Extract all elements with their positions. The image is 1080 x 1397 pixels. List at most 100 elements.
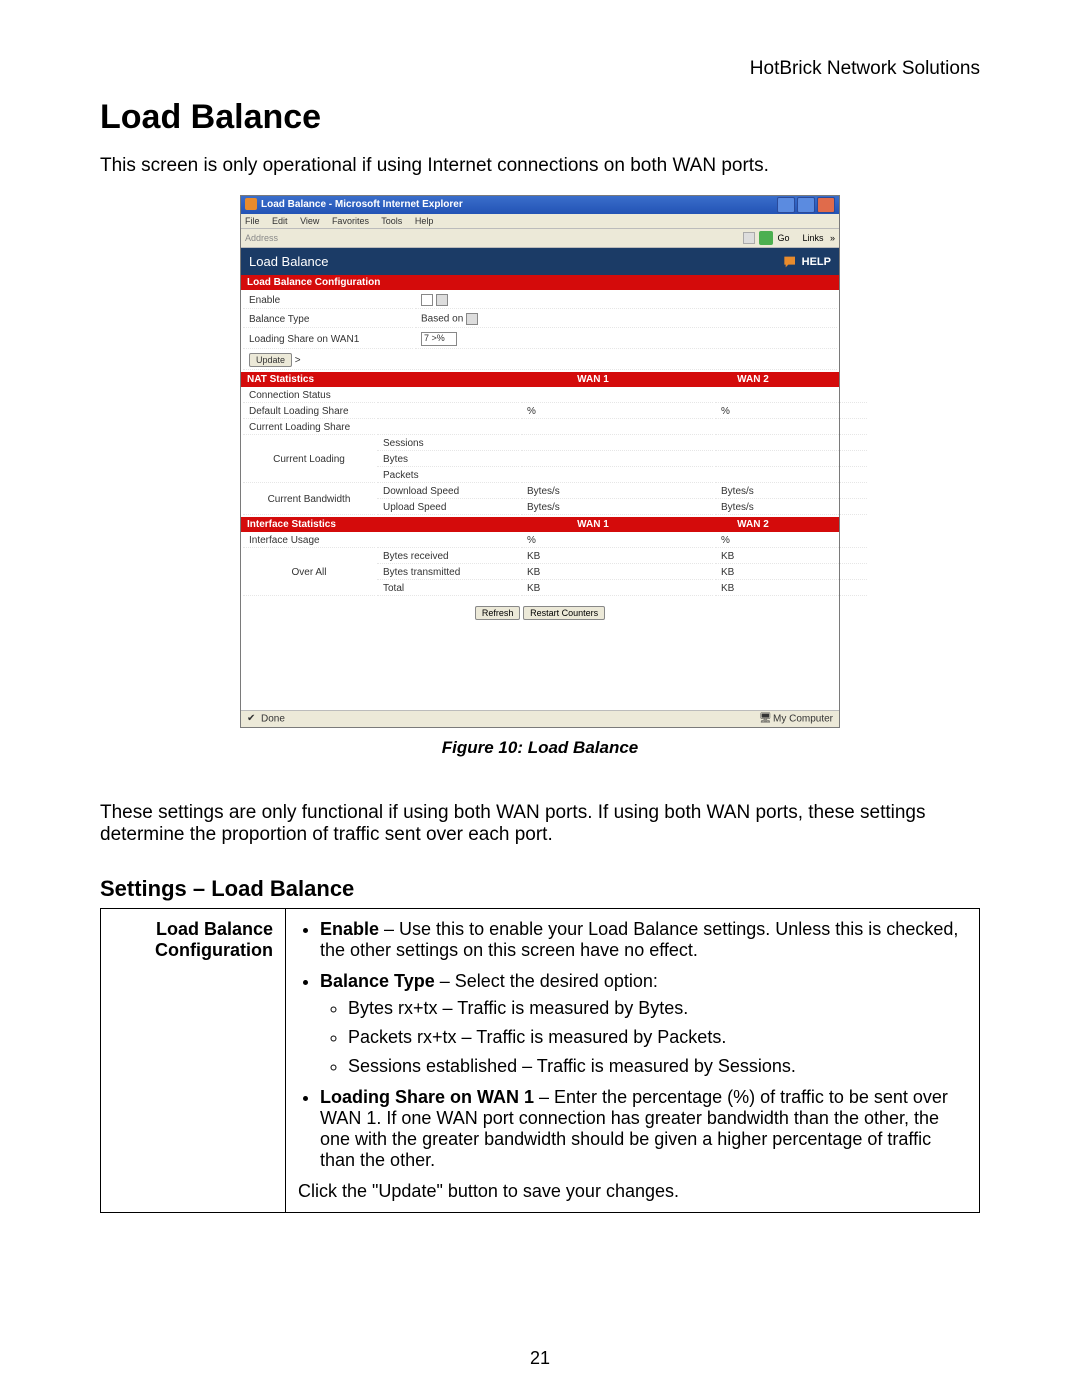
nat-col-wan2: WAN 2 [683, 374, 823, 385]
btype-text: – Select the desired option: [435, 971, 658, 991]
cell-btx-w1: KB [521, 566, 713, 580]
ie-menubar: File Edit View Favorites Tools Help [241, 214, 839, 229]
cell-brx-w2: KB [715, 550, 867, 564]
menu-edit[interactable]: Edit [272, 216, 288, 226]
setting-loading-share: Loading Share on WAN 1 – Enter the perce… [320, 1087, 967, 1171]
menu-favorites[interactable]: Favorites [332, 216, 369, 226]
btype-opt-sessions: Sessions established – Traffic is measur… [348, 1056, 967, 1077]
help-icon [783, 255, 799, 269]
page-number: 21 [0, 1348, 1080, 1369]
btype-opt-packets: Packets rx+tx – Traffic is measured by P… [348, 1027, 967, 1048]
settings-row-content: Enable – Use this to enable your Load Ba… [286, 909, 980, 1213]
setting-enable: Enable – Use this to enable your Load Ba… [320, 919, 967, 961]
menu-file[interactable]: File [245, 216, 260, 226]
loading-share-input[interactable]: 7 >% [421, 332, 457, 346]
cell-brx-w1: KB [521, 550, 713, 564]
links-label[interactable]: Links [802, 233, 823, 243]
address-dropdown-icon[interactable] [743, 232, 755, 244]
content-header: Load Balance HELP [241, 248, 839, 275]
config-table: Enable Balance Type Based on Loading Sha… [241, 290, 839, 372]
cell-dl: Download Speed [377, 485, 519, 499]
close-button[interactable] [817, 197, 835, 213]
done-icon: ✔ [247, 713, 259, 725]
button-row: Refresh Restart Counters [241, 598, 839, 710]
cell-total-w2: KB [715, 582, 867, 596]
ie-statusbar: ✔Done 🖥My Computer [241, 710, 839, 727]
page-title: Load Balance [100, 98, 980, 137]
btype-dropdown[interactable] [466, 313, 478, 325]
status-zone: My Computer [773, 714, 833, 725]
enable-checkbox[interactable] [421, 294, 433, 306]
cfg-btype-value: Based on [421, 314, 463, 325]
row-current-bandwidth: Current Bandwidth [243, 485, 375, 515]
restart-counters-button[interactable]: Restart Counters [523, 606, 605, 620]
menu-view[interactable]: View [300, 216, 319, 226]
enable-bold: Enable [320, 919, 379, 939]
settings-row-label: Load Balance Configuration [101, 909, 286, 1213]
maximize-button[interactable] [797, 197, 815, 213]
nat-stats-table: Connection Status Default Loading Share%… [241, 387, 869, 517]
ie-app-icon [245, 198, 257, 210]
ie-title-text: Load Balance - Microsoft Internet Explor… [261, 199, 463, 210]
nat-title: NAT Statistics [247, 374, 503, 385]
menu-help[interactable]: Help [415, 216, 434, 226]
row-overall: Over All [243, 550, 375, 596]
settings-table: Load Balance Configuration Enable – Use … [100, 908, 980, 1213]
row-current-loading: Current Loading [243, 437, 375, 483]
btype-opt-bytes: Bytes rx+tx – Traffic is measured by Byt… [348, 998, 967, 1019]
ie-addressbar: Address Go Links » [241, 229, 839, 248]
enable-greater-icon [436, 294, 448, 306]
update-button[interactable]: Update [249, 353, 292, 367]
address-label: Address [245, 233, 278, 243]
section-header-config: Load Balance Configuration [241, 275, 839, 290]
row-default-share: Default Loading Share [243, 405, 375, 419]
cell-dl-w2: Bytes/s [715, 485, 867, 499]
refresh-button[interactable]: Refresh [475, 606, 521, 620]
if-col-wan2: WAN 2 [683, 519, 823, 530]
cell-ul-w1: Bytes/s [521, 501, 713, 515]
paragraph-wan-note: These settings are only functional if us… [100, 802, 980, 846]
figure-caption: Figure 10: Load Balance [240, 738, 840, 758]
cell-ul: Upload Speed [377, 501, 519, 515]
click-update-note: Click the "Update" button to save your c… [298, 1181, 967, 1202]
intro-text: This screen is only operational if using… [100, 155, 980, 177]
go-label: Go [777, 233, 789, 243]
cell-total: Total [377, 582, 519, 596]
content-header-title: Load Balance [249, 254, 329, 269]
cfg-enable-label: Enable [243, 292, 413, 309]
status-done: Done [261, 714, 285, 725]
cell-bytes: Bytes [377, 453, 519, 467]
section-header-if: Interface Statistics WAN 1 WAN 2 [241, 517, 839, 532]
cell-sessions: Sessions [377, 437, 519, 451]
cell-packets: Packets [377, 469, 519, 483]
row-if-usage: Interface Usage [243, 534, 375, 548]
setting-balance-type: Balance Type – Select the desired option… [320, 971, 967, 1077]
company-header: HotBrick Network Solutions [100, 58, 980, 80]
cell-btx-w2: KB [715, 566, 867, 580]
cfg-btype-label: Balance Type [243, 311, 413, 328]
minimize-button[interactable] [777, 197, 795, 213]
if-title: Interface Statistics [247, 519, 503, 530]
cell-brx: Bytes received [377, 550, 519, 564]
lshare-bold: Loading Share on WAN 1 [320, 1087, 534, 1107]
row-conn-status: Connection Status [243, 389, 375, 403]
menu-tools[interactable]: Tools [381, 216, 402, 226]
if-stats-table: Interface Usage%% Over All Bytes receive… [241, 532, 869, 598]
cell-ul-w2: Bytes/s [715, 501, 867, 515]
cell-pct1: % [521, 405, 713, 419]
ie-titlebar: Load Balance - Microsoft Internet Explor… [241, 196, 839, 214]
help-button[interactable]: HELP [783, 255, 831, 269]
go-button[interactable] [759, 231, 773, 245]
cfg-lshare-label: Loading Share on WAN1 [243, 330, 413, 349]
section-header-nat: NAT Statistics WAN 1 WAN 2 [241, 372, 839, 387]
figure-load-balance: Load Balance - Microsoft Internet Explor… [240, 195, 840, 758]
zone-icon: 🖥 [759, 713, 771, 725]
enable-text: – Use this to enable your Load Balance s… [320, 919, 958, 960]
cell-pct2: % [715, 405, 867, 419]
cell-if-pct2: % [715, 534, 867, 548]
cell-if-pct1: % [521, 534, 713, 548]
section-title-settings: Settings – Load Balance [100, 876, 980, 902]
cell-btx: Bytes transmitted [377, 566, 519, 580]
if-col-wan1: WAN 1 [503, 519, 683, 530]
btype-bold: Balance Type [320, 971, 435, 991]
